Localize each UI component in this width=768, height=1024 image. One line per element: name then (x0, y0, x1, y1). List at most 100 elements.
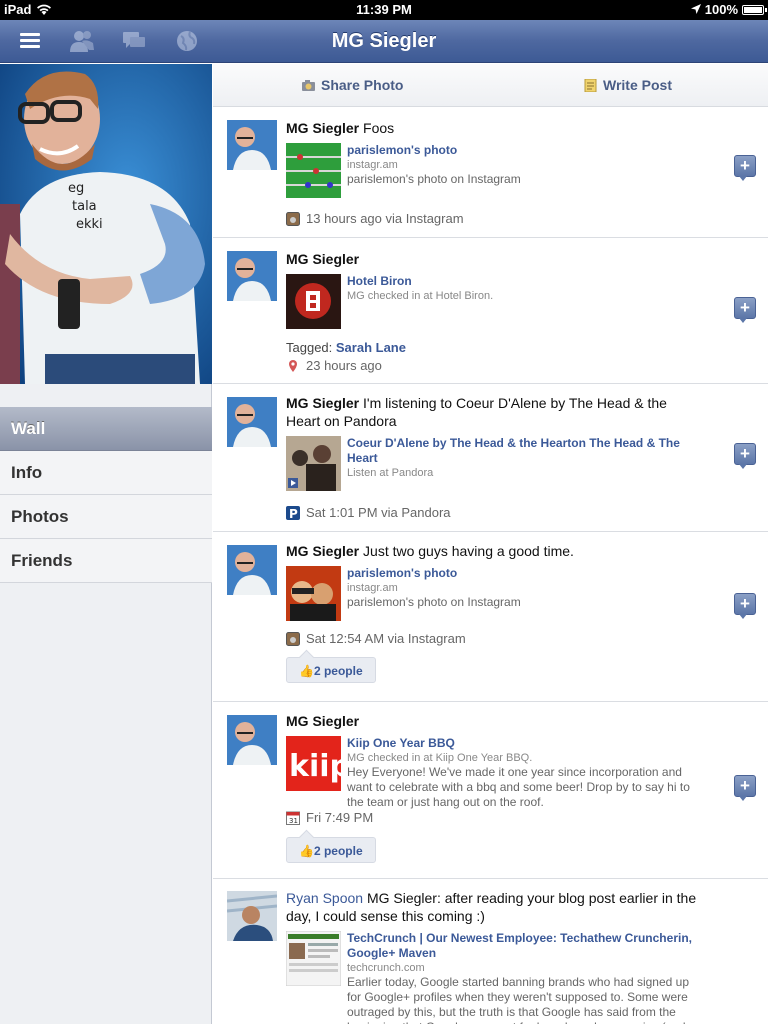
attachment-title[interactable]: Kiip One Year BBQ (347, 736, 698, 751)
attachment-source: Listen at Pandora (347, 467, 434, 479)
composer-bar: Share Photo Write Post (213, 64, 768, 107)
battery-icon (742, 5, 767, 15)
pandora-icon: P (286, 505, 300, 520)
tagged-person-link[interactable]: Sarah Lane (336, 340, 406, 355)
author-avatar[interactable] (227, 251, 277, 301)
attachment-thumbnail[interactable] (286, 274, 341, 329)
attachment-thumbnail[interactable]: kiip (286, 736, 341, 791)
tagged-label: Tagged: (286, 340, 333, 355)
story-timestamp: Sat 12:54 AM via Instagram (286, 631, 466, 646)
timestamp-text: 13 hours ago via Instagram (306, 211, 464, 226)
attachment-source: MG checked in at Hotel Biron. (347, 290, 494, 302)
add-comment-button[interactable]: + (734, 593, 756, 619)
add-comment-button[interactable]: + (734, 443, 756, 469)
attachment-thumbnail[interactable] (286, 566, 341, 621)
sidebar-item-friends[interactable]: Friends (0, 539, 212, 583)
add-comment-button[interactable]: + (734, 775, 756, 801)
battery-percent: 100% (704, 2, 738, 17)
story-timestamp: P Sat 1:01 PM via Pandora (286, 505, 451, 520)
story-message: MG Siegler Just two guys having a good t… (286, 542, 698, 560)
share-photo-label: Share Photo (321, 77, 404, 93)
profile-sidebar: eg tala ekki Wall Info Photos Friends (0, 64, 212, 1024)
author-avatar[interactable] (227, 891, 277, 941)
story-item: MG Siegler Hotel Biron MG checked in at … (213, 238, 768, 384)
author-avatar[interactable] (227, 545, 277, 595)
story-content: MG Siegler kiip Kiip One Year BBQ MG che… (286, 712, 698, 812)
likes-count: 2 people (313, 844, 363, 858)
story-attachment[interactable]: kiip Kiip One Year BBQ MG checked in at … (286, 736, 698, 812)
add-comment-button[interactable]: + (734, 155, 756, 181)
story-text: Just two guys having a good time. (363, 543, 574, 559)
story-message: MG Siegler (286, 250, 698, 268)
story-item: Ryan Spoon MG Siegler: after reading you… (213, 879, 768, 1024)
attachment-title[interactable]: parislemon's photo (347, 143, 698, 158)
location-pin-icon (289, 359, 297, 372)
page-title: MG Siegler (331, 30, 437, 52)
write-post-button[interactable]: Write Post (583, 77, 672, 93)
attachment-source: techcrunch.com (347, 962, 425, 974)
story-attachment[interactable]: parislemon's photo instagr.am parislemon… (286, 143, 698, 199)
profile-nav: Wall Info Photos Friends (0, 407, 212, 583)
author-name[interactable]: Ryan Spoon (286, 890, 363, 906)
nav-bar: MG Siegler (0, 20, 768, 63)
story-content: MG Siegler Hotel Biron MG checked in at … (286, 250, 698, 330)
story-content: MG Siegler I'm listening to Coeur D'Alen… (286, 394, 698, 492)
story-message: Ryan Spoon MG Siegler: after reading you… (286, 889, 698, 925)
story-timestamp: 23 hours ago (286, 358, 382, 373)
timestamp-text: 23 hours ago (306, 358, 382, 373)
instagram-icon (286, 631, 300, 646)
sidebar-item-info[interactable]: Info (0, 451, 212, 495)
story-attachment[interactable]: parislemon's photo instagr.am parislemon… (286, 566, 698, 622)
share-photo-button[interactable]: Share Photo (301, 77, 403, 93)
author-name[interactable]: MG Siegler (286, 120, 359, 136)
instagram-icon (286, 211, 300, 226)
svg-text:tala: tala (72, 199, 97, 214)
attachment-description: parislemon's photo on Instagram (347, 595, 521, 609)
note-icon (584, 78, 597, 92)
timestamp-text: Fri 7:49 PM (306, 810, 374, 825)
story-content: MG Siegler Foos parislemon's photo insta… (286, 119, 698, 199)
author-name[interactable]: MG Siegler (286, 251, 359, 267)
attachment-thumbnail[interactable] (286, 931, 341, 986)
attachment-title[interactable]: TechCrunch | Our Newest Employee: Techat… (347, 931, 698, 961)
author-name[interactable]: MG Siegler (286, 543, 359, 559)
write-post-label: Write Post (603, 77, 672, 93)
status-bar: iPad 11:39 PM 100% (0, 0, 768, 20)
story-message: MG Siegler I'm listening to Coeur D'Alen… (286, 394, 698, 430)
add-comment-button[interactable]: + (734, 297, 756, 323)
author-name[interactable]: MG Siegler (286, 395, 359, 411)
attachment-title[interactable]: parislemon's photo (347, 566, 698, 581)
sidebar-item-photos[interactable]: Photos (0, 495, 212, 539)
author-name[interactable]: MG Siegler (286, 713, 359, 729)
thumbs-up-icon: 👍 (299, 844, 314, 858)
timestamp-text: Sat 12:54 AM via Instagram (306, 631, 466, 646)
profile-photo[interactable]: eg tala ekki (0, 64, 212, 384)
svg-text:kiip: kiip (289, 749, 341, 784)
thumbs-up-icon: 👍 (299, 664, 314, 678)
sidebar-item-wall[interactable]: Wall (0, 407, 212, 451)
story-attachment[interactable]: Coeur D'Alene by The Head & the Hearton … (286, 436, 698, 492)
svg-text:ekki: ekki (76, 217, 103, 232)
svg-text:eg: eg (68, 181, 84, 196)
story-item: MG Siegler kiip Kiip One Year BBQ MG che… (213, 702, 768, 879)
author-avatar[interactable] (227, 120, 277, 170)
attachment-title[interactable]: Coeur D'Alene by The Head & the Hearton … (347, 436, 698, 466)
attachment-title[interactable]: Hotel Biron (347, 274, 698, 289)
calendar-icon: 31 (286, 811, 300, 825)
likes-count: 2 people (313, 664, 363, 678)
svg-text:P: P (289, 507, 298, 520)
attachment-thumbnail[interactable] (286, 143, 341, 198)
attachment-description: Hey Everyone! We've made it one year sin… (347, 765, 690, 809)
camera-icon (302, 79, 315, 91)
story-attachment[interactable]: TechCrunch | Our Newest Employee: Techat… (286, 931, 698, 1024)
attachment-thumbnail[interactable] (286, 436, 341, 491)
author-avatar[interactable] (227, 715, 277, 765)
likes-button[interactable]: 👍2 people (286, 657, 376, 683)
clock: 11:39 PM (356, 2, 412, 17)
timestamp-text: Sat 1:01 PM via Pandora (306, 505, 451, 520)
story-attachment[interactable]: Hotel Biron MG checked in at Hotel Biron… (286, 274, 698, 330)
attachment-source: MG checked in at Kiip One Year BBQ. (347, 752, 533, 764)
likes-button[interactable]: 👍2 people (286, 837, 376, 863)
author-avatar[interactable] (227, 397, 277, 447)
attachment-description: Earlier today, Google started banning br… (347, 975, 690, 1024)
